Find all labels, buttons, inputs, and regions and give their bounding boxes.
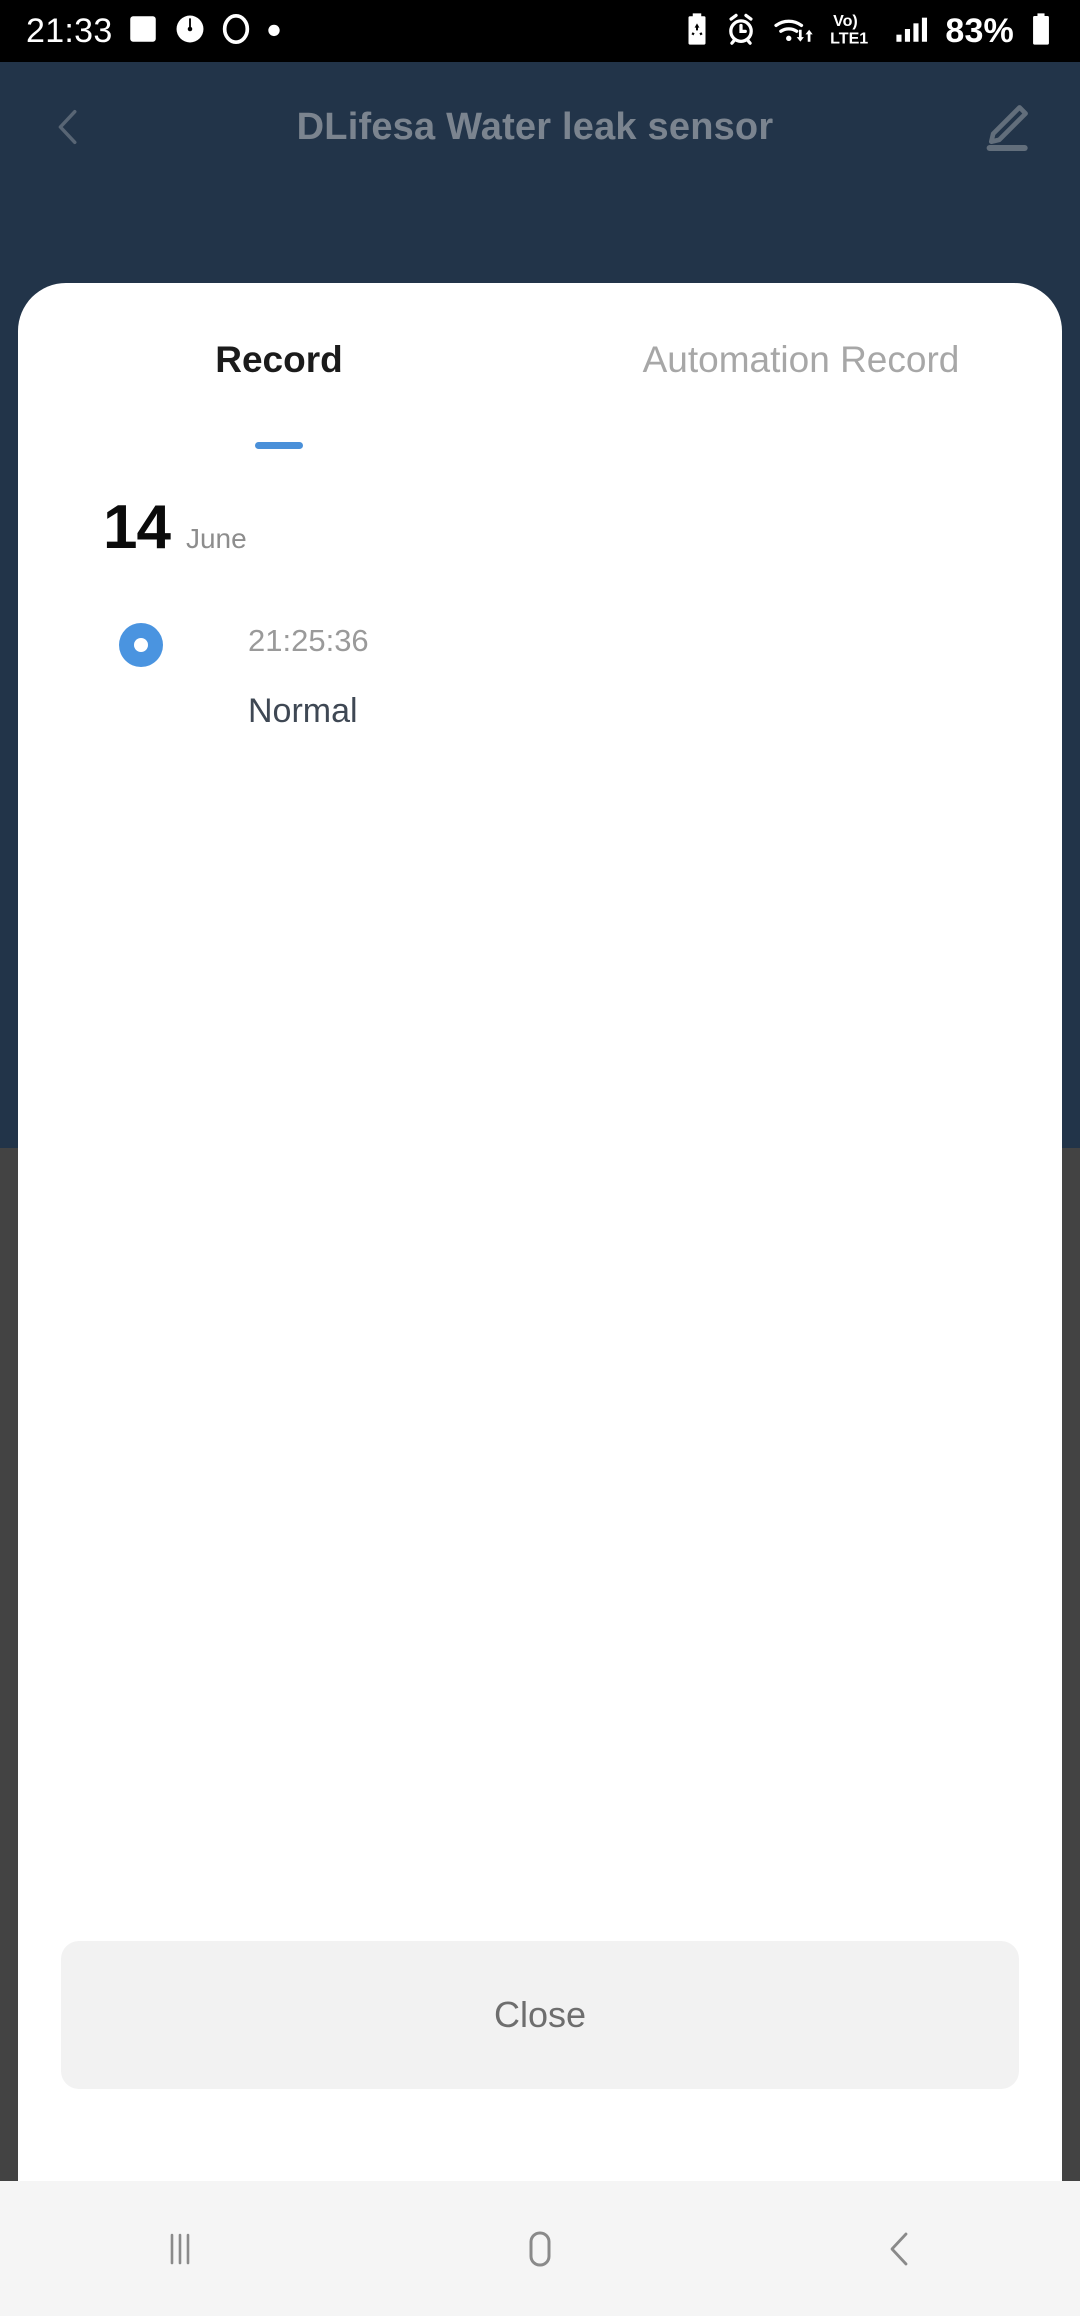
svg-text:LTE1: LTE1 (830, 29, 868, 47)
alarm-icon (725, 12, 757, 51)
battery-saver-icon (683, 12, 711, 51)
record-item-time: 21:25:36 (248, 623, 369, 658)
record-item-status: Normal (248, 692, 358, 730)
pencil-edit-icon[interactable] (978, 99, 1034, 155)
tab-automation-record-label: Automation Record (642, 338, 960, 380)
status-bar-left: 21:33 (26, 12, 283, 51)
tab-active-indicator (255, 442, 303, 449)
blue-dot-marker-icon (119, 623, 163, 667)
tab-record-label: Record (215, 338, 343, 380)
record-list: 21:25:36 Normal (18, 559, 1062, 737)
record-list-item[interactable]: 21:25:36 Normal (18, 607, 1062, 737)
record-date-day: 14 (103, 493, 171, 562)
record-date-header: 14 June (18, 435, 1062, 559)
dot-icon (265, 12, 283, 51)
volte-icon: Vo) LTE1 (829, 10, 881, 53)
battery-percent-label: 83% (945, 12, 1014, 50)
status-bar-right: Vo) LTE1 83% (683, 10, 1054, 53)
close-button-container: Close (18, 1941, 1062, 2089)
svg-text:Vo): Vo) (833, 12, 858, 30)
recents-icon[interactable] (110, 2181, 250, 2316)
tab-record[interactable]: Record (18, 283, 540, 449)
phone-screen: 21:33 Vo) LTE1 83% DLifesa Water leak se… (0, 0, 1080, 2316)
sheet-tab-bar: Record Automation Record (18, 283, 1062, 449)
status-bar-clock: 21:33 (26, 12, 113, 50)
battery-icon (1028, 12, 1054, 51)
record-item-body: 21:25:36 Normal (103, 607, 1062, 728)
photo-icon (126, 12, 160, 51)
app-top-bar: DLifesa Water leak sensor (0, 62, 1080, 192)
home-icon[interactable] (470, 2181, 610, 2316)
close-button[interactable]: Close (61, 1941, 1019, 2089)
status-bar: 21:33 Vo) LTE1 83% (0, 0, 1080, 62)
android-nav-bar (0, 2181, 1080, 2316)
tab-automation-record[interactable]: Automation Record (540, 283, 1062, 435)
ring-icon (220, 12, 252, 51)
record-date-month: June (185, 523, 247, 554)
chevron-left-icon[interactable] (46, 104, 92, 150)
record-bottom-sheet: Record Automation Record 14 June 21:25:3… (18, 283, 1062, 2181)
back-icon[interactable] (830, 2181, 970, 2316)
page-title: DLifesa Water leak sensor (296, 105, 774, 148)
clock-timer-icon (173, 12, 207, 51)
signal-bars-icon (895, 12, 929, 51)
wifi-icon (771, 12, 815, 51)
